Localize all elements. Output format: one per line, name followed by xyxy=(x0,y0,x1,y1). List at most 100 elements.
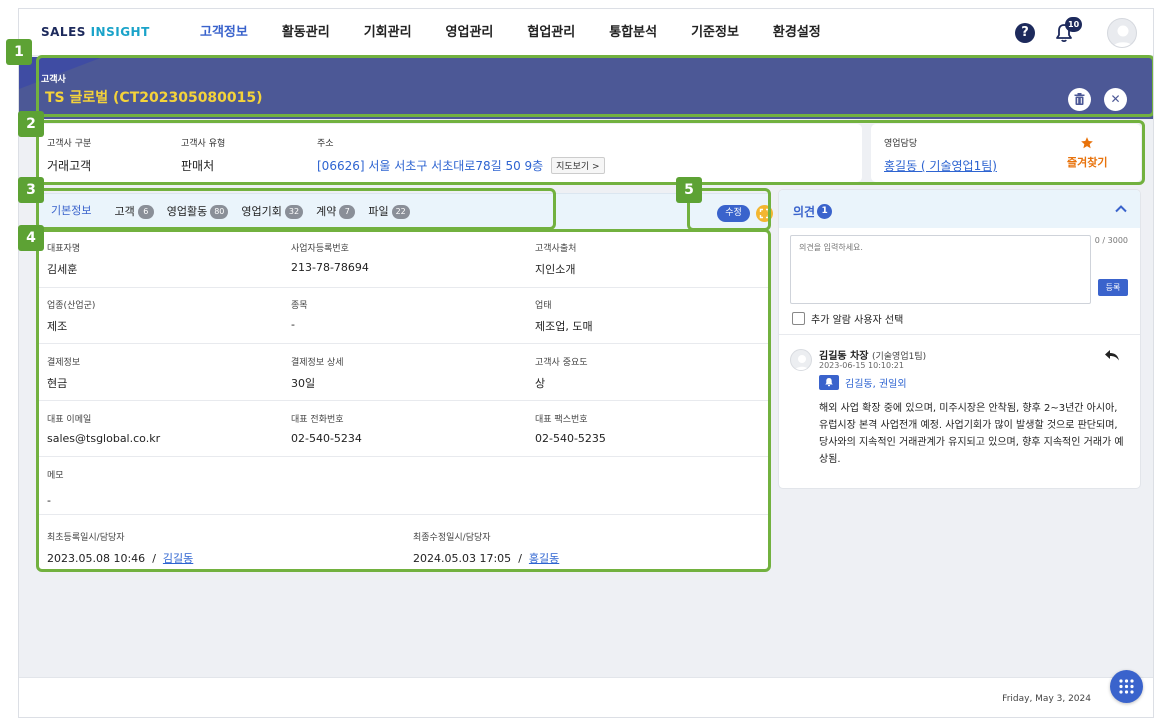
modified-field: 최종수정일시/담당자 2024.05.03 17:05 / 홍길동 xyxy=(413,530,559,566)
menu-item-analytics[interactable]: 통합분석 xyxy=(598,9,668,56)
close-button[interactable]: ✕ xyxy=(1104,88,1127,111)
field-value: 현금 xyxy=(47,377,68,390)
customer-type-label: 고객사 구분 xyxy=(47,139,92,149)
created-label: 최초등록일시/담당자 xyxy=(47,533,125,543)
tab-contracts[interactable]: 계약 7 xyxy=(316,194,356,230)
tab-list: 기본정보 고객 6 영업활동 80 영업기회 32 계약 7 파일 22 xyxy=(41,194,423,232)
apps-menu-button[interactable] xyxy=(1110,670,1143,703)
comments-panel: 의견1 0 / 3000 등록 추가 알람 사용자 선택 김길동 차장 (기술영… xyxy=(778,189,1141,489)
detail-row: 결제정보 현금 결제정보 상세 30일 고객사 중요도 상 xyxy=(37,344,770,401)
field-value: 30일 xyxy=(291,377,316,390)
customer-type-field: 고객사 구분 거래고객 xyxy=(47,136,91,174)
bell-icon xyxy=(819,375,839,390)
comments-header: 의견 1 xyxy=(779,190,1140,228)
address-link[interactable]: [06626] 서울 서초구 서초대로78길 50 9층 xyxy=(317,159,543,173)
tab-label: 영업기회 xyxy=(241,205,282,218)
menu-item-settings[interactable]: 환경설정 xyxy=(762,9,832,56)
delete-button[interactable] xyxy=(1068,88,1091,111)
detail-field: 사업자등록번호 213-78-78694 xyxy=(291,241,369,274)
menu-item-customer-info[interactable]: 고객정보 xyxy=(189,9,259,56)
field-label: 고객사 중요도 xyxy=(535,358,588,368)
audit-row: 최초등록일시/담당자 2023.05.08 10:46 / 김길동 최종수정일시… xyxy=(37,515,770,569)
favorite-button[interactable]: 즐겨찾기 xyxy=(1067,136,1107,170)
field-label: 업종(산업군) xyxy=(47,301,96,311)
field-label: 결제정보 xyxy=(47,358,81,368)
tab-label: 계약 xyxy=(316,205,337,218)
comment-input[interactable] xyxy=(790,235,1091,304)
customer-title: TS 글로벌 (CT202305080015) xyxy=(45,90,263,106)
callout-number-5: 5 xyxy=(676,177,702,203)
chevron-up-icon[interactable] xyxy=(1114,202,1128,216)
notify-users-option[interactable]: 추가 알람 사용자 선택 xyxy=(792,311,903,326)
field-label: 고객사출처 xyxy=(535,244,577,254)
tab-sales-activities[interactable]: 영업활동 80 xyxy=(167,194,229,230)
person-icon xyxy=(794,355,810,370)
submit-comment-button[interactable]: 등록 xyxy=(1098,279,1128,296)
detail-field: 업종(산업군) 제조 xyxy=(47,298,95,334)
comment-author: 김길동 차장 (기술영업1팀) xyxy=(819,347,926,362)
customer-category-field: 고객사 유형 판매처 xyxy=(181,136,225,174)
menu-item-collaboration[interactable]: 협업관리 xyxy=(516,9,586,56)
edit-button[interactable]: 수정 xyxy=(717,205,750,222)
logo-text-accent: INSIGHT xyxy=(90,25,150,39)
modified-user-link[interactable]: 홍길동 xyxy=(529,552,559,565)
customer-category-value: 판매처 xyxy=(181,159,215,173)
app-frame: SALES INSIGHT 고객정보 활동관리 기회관리 영업관리 협업관리 통… xyxy=(18,8,1154,718)
customer-type-value: 거래고객 xyxy=(47,159,92,173)
field-label: 대표자명 xyxy=(47,244,81,254)
detail-row: 업종(산업군) 제조 종목 - 업태 제조업, 도매 xyxy=(37,288,770,344)
menu-item-sales[interactable]: 영업관리 xyxy=(435,9,505,56)
field-value: 제조업, 도매 xyxy=(535,320,593,333)
reply-icon[interactable] xyxy=(1104,348,1120,362)
header-label: 고객사 xyxy=(41,75,66,85)
memo-value: - xyxy=(47,494,51,507)
notify-users-checkbox[interactable] xyxy=(792,312,805,325)
customer-header: 고객사 TS 글로벌 (CT202305080015) ✕ xyxy=(19,57,1153,119)
callout-number-1: 1 xyxy=(6,39,32,65)
field-label: 대표 전화번호 xyxy=(291,415,344,425)
created-field: 최초등록일시/담당자 2023.05.08 10:46 / 김길동 xyxy=(47,530,193,566)
expand-icon xyxy=(759,208,770,219)
created-user-link[interactable]: 김길동 xyxy=(163,552,193,565)
user-avatar[interactable] xyxy=(1107,18,1137,48)
callout-number-3: 3 xyxy=(18,177,44,203)
sales-manager-link[interactable]: 홍길동 ( 기술영업1팀) xyxy=(884,157,997,174)
detail-field: 종목 - xyxy=(291,298,308,331)
tab-basic-info[interactable]: 기본정보 xyxy=(41,194,102,230)
fullscreen-button[interactable] xyxy=(756,205,773,222)
detail-field: 대표 전화번호 02-540-5234 xyxy=(291,412,362,445)
comments-title: 의견 1 xyxy=(793,203,833,220)
callout-number-4: 4 xyxy=(18,225,44,251)
mentioned-users[interactable]: 김길동, 권일외 xyxy=(845,375,907,390)
help-icon[interactable]: ? xyxy=(1015,23,1035,43)
address-field: 주소 [06626] 서울 서초구 서초대로78길 50 9층 지도보기 > xyxy=(317,136,605,174)
callout-number-2: 2 xyxy=(18,111,44,137)
tab-count-badge: 80 xyxy=(210,205,229,219)
menu-item-opportunity[interactable]: 기회관리 xyxy=(353,9,423,56)
comments-count-badge: 1 xyxy=(817,204,833,219)
modified-date: 2024.05.03 17:05 xyxy=(413,552,512,565)
field-value: 213-78-78694 xyxy=(291,261,369,274)
menu-item-master-data[interactable]: 기준정보 xyxy=(680,9,750,56)
field-label: 대표 팩스번호 xyxy=(535,415,588,425)
sales-insight-logo[interactable]: SALES INSIGHT xyxy=(41,25,150,39)
separator: / xyxy=(518,552,522,565)
field-label: 결제정보 상세 xyxy=(291,358,344,368)
footer: Friday, May 3, 2024 xyxy=(19,677,1153,717)
comment-body: 해외 사업 확장 중에 있으며, 미주시장은 안착됨, 향후 2~3년간 아시아… xyxy=(819,403,1124,465)
field-value: sales@tsglobal.co.kr xyxy=(47,432,161,445)
tab-customers[interactable]: 고객 6 xyxy=(114,194,154,230)
close-icon: ✕ xyxy=(1110,92,1121,106)
created-date: 2023.05.08 10:46 xyxy=(47,552,146,565)
tab-files[interactable]: 파일 22 xyxy=(368,194,410,230)
menu-item-activity[interactable]: 활동관리 xyxy=(271,9,341,56)
person-icon xyxy=(1112,25,1134,47)
notification-bell-icon[interactable]: 10 xyxy=(1053,17,1083,44)
modified-label: 최종수정일시/담당자 xyxy=(413,533,491,543)
memo-row: 메모 - xyxy=(37,457,770,515)
map-view-button[interactable]: 지도보기 > xyxy=(551,157,605,174)
tab-sales-opportunities[interactable]: 영업기회 32 xyxy=(241,194,304,230)
tab-label: 고객 xyxy=(114,205,135,218)
tab-count-badge: 22 xyxy=(391,205,410,219)
tab-label: 기본정보 xyxy=(51,204,92,217)
